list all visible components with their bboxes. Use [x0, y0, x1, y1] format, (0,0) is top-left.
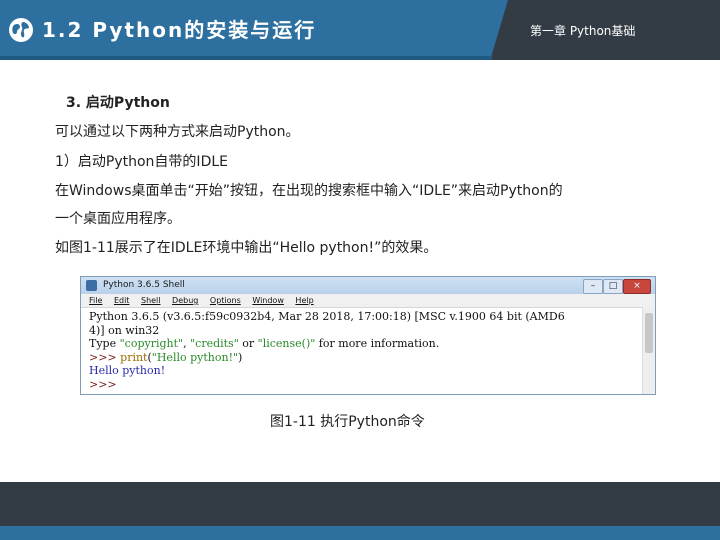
title-bar-stripe — [0, 56, 492, 60]
banner-line-1: Python 3.6.5 (v3.6.5:f59c0932b4, Mar 28 … — [89, 310, 565, 323]
menu-file[interactable]: File — [89, 294, 102, 307]
vertical-scrollbar[interactable] — [642, 307, 655, 394]
banner-license: "license()" — [257, 337, 316, 350]
close-button[interactable]: × — [623, 279, 651, 294]
chapter-label: 第一章 Python基础 — [530, 24, 636, 38]
command-line: >>> print("Hello python!") — [89, 351, 647, 365]
banner-type-word: Type — [89, 337, 120, 350]
menu-edit[interactable]: Edit — [114, 294, 130, 307]
figure-caption: 图1-11 执行Python命令 — [270, 414, 425, 430]
final-prompt: >>> — [89, 377, 117, 391]
python-app-icon — [86, 280, 97, 291]
globe-icon — [9, 18, 33, 42]
idle-shell-window: Python 3.6.5 Shell – □ × File Edit Shell… — [80, 276, 656, 395]
body-line-1: 可以通过以下两种方式来启动Python。 — [55, 124, 300, 140]
footer-blue-band — [0, 526, 720, 540]
subheading: 3. 启动Python — [66, 95, 170, 111]
footer-dark-band — [0, 482, 720, 526]
minimize-button[interactable]: – — [583, 279, 603, 294]
body-line-4: 一个桌面应用程序。 — [55, 211, 181, 227]
menu-window[interactable]: Window — [252, 294, 284, 307]
banner-credits: "credits" — [190, 337, 239, 350]
menu-debug[interactable]: Debug — [172, 294, 198, 307]
banner-rest: for more information. — [315, 337, 440, 350]
banner-or: or — [238, 337, 258, 350]
banner-line-3: Type "copyright", "credits" or "license(… — [89, 337, 647, 351]
maximize-button[interactable]: □ — [603, 279, 623, 294]
print-keyword: print — [120, 350, 148, 364]
shell-prompt: >>> — [89, 350, 121, 364]
body-line-3: 在Windows桌面单击“开始”按钮，在出现的搜索框中输入“IDLE”来启动Py… — [55, 183, 563, 199]
body-line-2: 1）启动Python自带的IDLE — [55, 154, 228, 170]
close-paren: ) — [238, 350, 243, 364]
hello-string: "Hello python!" — [151, 350, 239, 364]
idle-window-title: Python 3.6.5 Shell — [103, 280, 185, 290]
output-line: Hello python! — [89, 364, 166, 377]
idle-titlebar: Python 3.6.5 Shell – □ × — [81, 277, 655, 294]
menu-help[interactable]: Help — [295, 294, 313, 307]
idle-menubar: File Edit Shell Debug Options Window Hel… — [81, 294, 655, 308]
idle-console[interactable]: Python 3.6.5 (v3.6.5:f59c0932b4, Mar 28 … — [81, 308, 655, 393]
section-title: 1.2 Python的安装与运行 — [42, 18, 317, 42]
slide-header: 1.2 Python的安装与运行 第一章 Python基础 — [0, 0, 720, 60]
scrollbar-thumb[interactable] — [645, 313, 653, 353]
body-line-5: 如图1-11展示了在IDLE环境中输出“Hello python!”的效果。 — [55, 240, 438, 256]
banner-copyright: "copyright" — [119, 337, 184, 350]
menu-options[interactable]: Options — [210, 294, 241, 307]
banner-line-2: 4)] on win32 — [89, 323, 160, 337]
menu-shell[interactable]: Shell — [141, 294, 161, 307]
